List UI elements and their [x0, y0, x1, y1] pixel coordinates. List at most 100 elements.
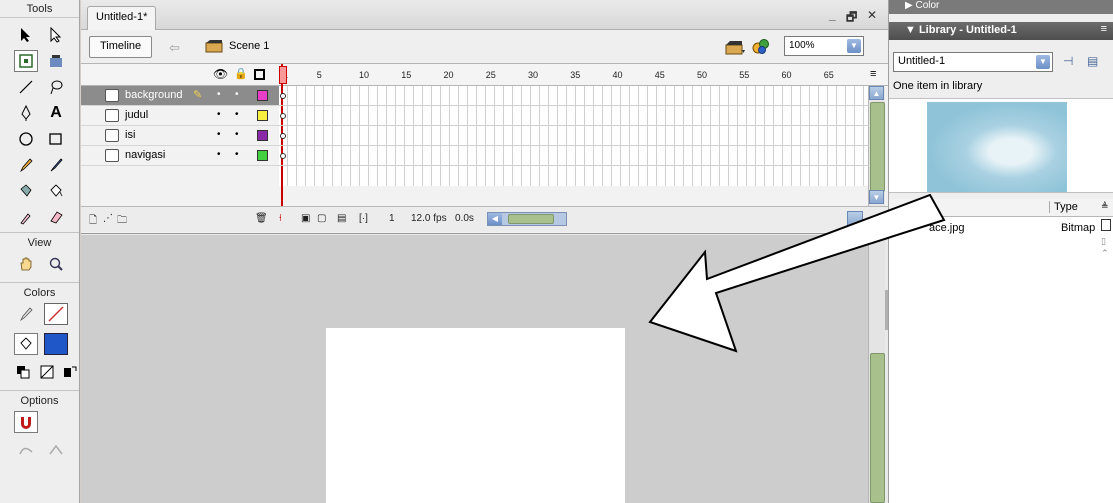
free-transform-icon[interactable]	[14, 50, 38, 72]
oval-icon[interactable]	[14, 128, 38, 150]
new-library-panel-icon[interactable]: ▤	[1087, 54, 1098, 68]
layer-name[interactable]: navigasi	[125, 149, 165, 161]
hscroll-left-icon[interactable]: ◀	[488, 213, 502, 225]
insert-layer-icon[interactable]: 🗋	[89, 213, 97, 230]
snap-magnet-icon[interactable]	[14, 411, 38, 433]
keyframe[interactable]	[280, 113, 286, 119]
library-item[interactable]: ace.jpg Bitmap	[889, 219, 1113, 238]
edit-multiple-icon[interactable]: ▤	[337, 213, 346, 224]
outline-color-swatch[interactable]	[257, 130, 268, 141]
playhead[interactable]	[281, 64, 283, 214]
outline-color-swatch[interactable]	[257, 90, 268, 101]
pin-library-icon[interactable]: ⊣	[1063, 54, 1073, 68]
delete-layer-icon[interactable]: 🗑	[255, 213, 268, 224]
onion-skin-icon[interactable]: ▣	[301, 213, 310, 224]
stage-scrollbar[interactable]	[868, 235, 885, 503]
minimize-button[interactable]: _	[829, 8, 836, 22]
insert-folder-icon[interactable]: 🗀	[117, 213, 127, 230]
visibility-dot[interactable]: •	[217, 89, 221, 100]
scroll-up-icon[interactable]: ▲	[869, 86, 884, 100]
lock-icon[interactable]: 🔒	[234, 67, 248, 81]
line-icon[interactable]	[14, 76, 38, 98]
paint-bucket-icon[interactable]	[44, 180, 68, 202]
library-item-checkbox[interactable]	[1101, 219, 1111, 231]
stage-canvas[interactable]	[326, 328, 625, 503]
pen-icon[interactable]	[14, 102, 38, 124]
type-column-header[interactable]: Type	[1049, 201, 1078, 213]
stage-scroll-thumb[interactable]	[870, 353, 885, 503]
layer-name[interactable]: isi	[125, 129, 135, 141]
color-panel-header[interactable]: ▶ Color	[889, 0, 1113, 14]
restore-button[interactable]: 🗗	[846, 8, 857, 29]
no-color-icon[interactable]	[38, 361, 56, 383]
rectangle-icon[interactable]	[44, 128, 68, 150]
scroll-down-icon[interactable]: ▼	[869, 190, 884, 204]
zoom-select[interactable]: 100% ▼	[784, 36, 864, 56]
back-arrow-icon[interactable]: ⇦	[169, 40, 180, 56]
edit-symbol-icon[interactable]	[751, 36, 773, 56]
stage-workspace[interactable]	[81, 235, 868, 503]
zoom-dropdown-icon[interactable]: ▼	[847, 39, 861, 53]
layer-row-background[interactable]: background ✎ • •	[81, 86, 279, 106]
library-scrollbar[interactable]: ▯ ⌃	[1099, 236, 1113, 266]
eraser-icon[interactable]	[44, 206, 68, 228]
library-scroll-up-icon[interactable]: ⌃	[1101, 248, 1109, 259]
lasso-icon[interactable]	[44, 76, 68, 98]
library-panel-header[interactable]: ▼ Library - Untitled-1 ≡	[889, 22, 1113, 40]
timeline-scroll-thumb[interactable]	[870, 102, 885, 192]
frame-grid[interactable]	[279, 86, 869, 186]
frame-ruler[interactable]: 15101520253035404550556065	[279, 64, 869, 86]
text-icon[interactable]: A	[44, 102, 68, 124]
hscroll-thumb[interactable]	[508, 214, 554, 224]
swap-colors-icon[interactable]	[61, 361, 79, 383]
keyframe[interactable]	[280, 93, 286, 99]
timeline-scrollbar[interactable]: ▲ ▼	[868, 86, 885, 206]
layer-row-judul[interactable]: judul • •	[81, 106, 279, 126]
sort-order-icon[interactable]: ≜	[1101, 201, 1109, 212]
modify-markers-icon[interactable]: [·]	[359, 213, 368, 224]
smooth-icon[interactable]	[14, 439, 38, 461]
visibility-dot[interactable]: •	[217, 129, 221, 140]
close-button[interactable]: ✕	[867, 8, 877, 22]
playhead-handle[interactable]	[279, 66, 287, 84]
outline-color-swatch[interactable]	[257, 110, 268, 121]
pencil-icon[interactable]	[14, 154, 38, 176]
hscroll-right-icon[interactable]	[847, 211, 863, 227]
lock-dot[interactable]: •	[235, 89, 239, 100]
keyframe[interactable]	[280, 133, 286, 139]
visibility-dot[interactable]: •	[217, 149, 221, 160]
document-tab[interactable]: Untitled-1*	[87, 6, 157, 30]
library-item-list[interactable]	[889, 217, 1113, 503]
subselect-icon[interactable]	[44, 24, 68, 46]
layer-name[interactable]: background	[125, 89, 183, 101]
outline-icon[interactable]	[253, 69, 265, 80]
layer-name[interactable]: judul	[125, 109, 148, 121]
library-select[interactable]: Untitled-1 ▼	[893, 52, 1053, 72]
timeline-toggle-button[interactable]: Timeline	[89, 36, 153, 58]
add-guide-icon[interactable]: ⋰	[103, 213, 113, 224]
timeline-menu-icon[interactable]: ≡	[870, 68, 876, 80]
eyedropper-icon[interactable]	[14, 206, 38, 228]
scene-label[interactable]: Scene 1	[229, 40, 269, 52]
visibility-dot[interactable]: •	[217, 109, 221, 120]
lock-dot[interactable]: •	[235, 109, 239, 120]
stroke-color-swatch[interactable]	[44, 303, 68, 325]
library-scroll-thumb-icon[interactable]: ▯	[1101, 236, 1106, 247]
center-frame-icon[interactable]: ⍿	[279, 213, 282, 224]
ink-bottle-icon[interactable]	[14, 180, 38, 202]
lock-dot[interactable]: •	[235, 149, 239, 160]
arrow-icon[interactable]	[14, 24, 38, 46]
fill-color-swatch[interactable]	[44, 333, 68, 355]
layer-row-isi[interactable]: isi • •	[81, 126, 279, 146]
timeline-hscroll[interactable]: ◀	[487, 212, 567, 226]
library-menu-icon[interactable]: ≡	[1101, 23, 1107, 35]
default-colors-icon[interactable]	[14, 361, 32, 383]
eye-icon[interactable]: 👁	[213, 67, 228, 81]
edit-scene-icon[interactable]	[724, 38, 746, 56]
fill-transform-icon[interactable]	[44, 50, 68, 72]
brush-icon[interactable]	[44, 154, 68, 176]
zoom-icon[interactable]	[44, 253, 68, 275]
outline-color-swatch[interactable]	[257, 150, 268, 161]
layer-row-navigasi[interactable]: navigasi • •	[81, 146, 279, 166]
keyframe[interactable]	[280, 153, 286, 159]
